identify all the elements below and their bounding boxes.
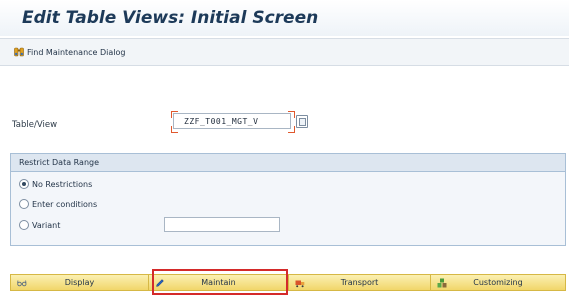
required-marker <box>171 111 178 118</box>
radio-label: No Restrictions <box>32 179 93 189</box>
required-marker <box>288 111 295 118</box>
radio-unselected-icon[interactable] <box>19 199 29 209</box>
radio-unselected-icon[interactable] <box>19 220 29 230</box>
table-view-field-wrapper: ZZF_T001_MGT_V <box>171 111 295 133</box>
find-maintenance-dialog-label: Find Maintenance Dialog <box>27 47 126 57</box>
radio-variant[interactable]: Variant <box>19 220 60 230</box>
customizing-icon <box>437 278 447 288</box>
restrict-data-range-title: Restrict Data Range <box>11 154 565 172</box>
display-label: Display <box>64 278 95 287</box>
application-toolbar: Find Maintenance Dialog <box>0 38 569 66</box>
table-view-input[interactable]: ZZF_T001_MGT_V <box>173 113 291 129</box>
display-button[interactable]: Display <box>10 274 148 291</box>
binoculars-icon <box>14 47 24 57</box>
maintain-highlight-box <box>152 269 288 295</box>
radio-label: Enter conditions <box>32 199 98 209</box>
radio-label: Variant <box>32 220 61 230</box>
transport-label: Transport <box>340 278 379 287</box>
truck-icon <box>295 280 305 288</box>
page-title: Edit Table Views: Initial Screen <box>22 8 319 28</box>
variant-input[interactable] <box>164 217 280 232</box>
action-button-bar: Display Maintain Transport Customizing <box>10 274 566 291</box>
title-bar: Edit Table Views: Initial Screen <box>0 0 569 36</box>
table-view-label: Table/View <box>12 120 58 130</box>
radio-enter-conditions[interactable]: Enter conditions <box>19 199 97 209</box>
required-marker <box>288 126 295 133</box>
radio-selected-icon[interactable] <box>19 179 29 189</box>
transport-button[interactable]: Transport <box>288 274 430 291</box>
value-help-button[interactable] <box>296 115 308 128</box>
customizing-label: Customizing <box>473 278 523 287</box>
find-maintenance-dialog-button[interactable]: Find Maintenance Dialog <box>14 44 125 60</box>
required-marker <box>171 126 178 133</box>
restrict-data-range-group: Restrict Data Range No Restrictions Ente… <box>10 153 566 246</box>
glasses-icon <box>17 280 27 287</box>
radio-no-restrictions[interactable]: No Restrictions <box>19 179 92 189</box>
customizing-button[interactable]: Customizing <box>430 274 566 291</box>
